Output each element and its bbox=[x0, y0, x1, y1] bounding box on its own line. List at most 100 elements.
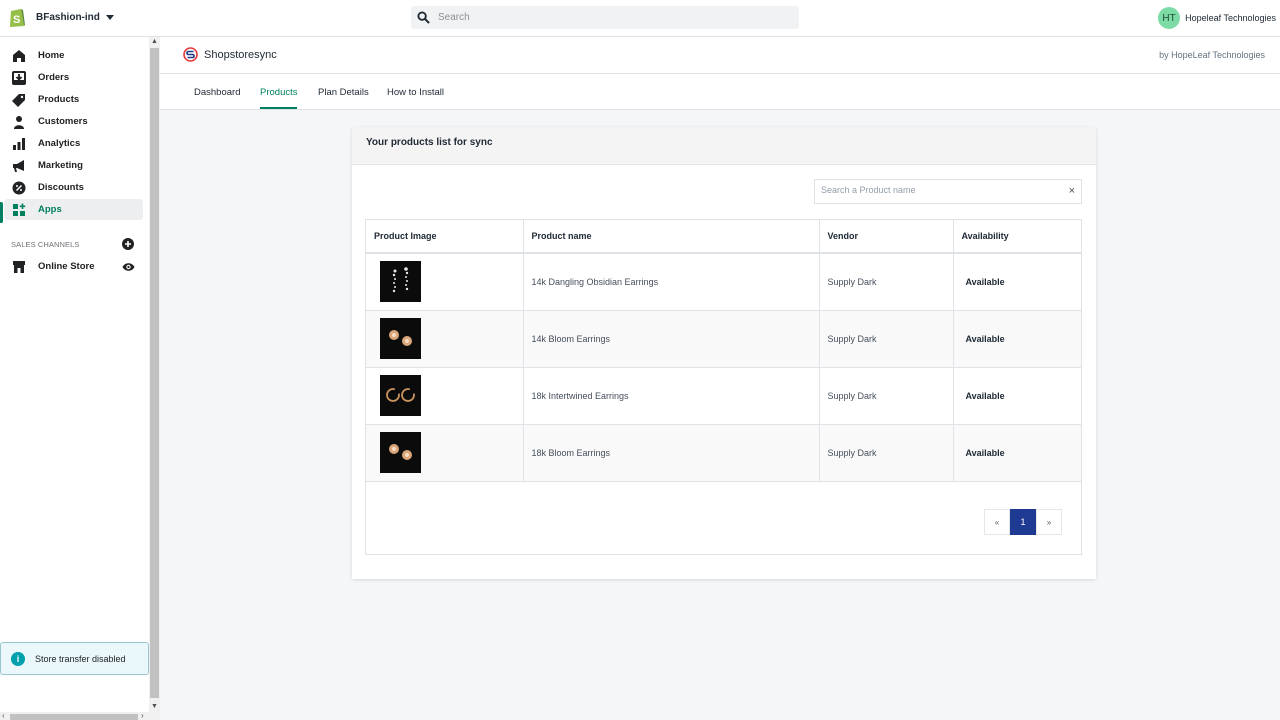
horizontal-scroll-thumb[interactable] bbox=[10, 714, 138, 720]
scroll-up-icon[interactable]: ▲ bbox=[150, 37, 159, 47]
search-icon bbox=[417, 11, 430, 24]
info-icon: i bbox=[11, 651, 25, 666]
product-image-cell bbox=[366, 253, 524, 311]
sidebar-item-label: Orders bbox=[38, 72, 70, 83]
store-switcher[interactable]: S BFashion-ind bbox=[8, 6, 114, 28]
pagination: « 1 » bbox=[984, 509, 1062, 535]
store-name: BFashion-ind bbox=[36, 11, 100, 23]
tab-how-to-install[interactable]: How to Install bbox=[387, 87, 444, 98]
product-image-cell bbox=[366, 424, 524, 482]
scroll-down-icon[interactable]: ▼ bbox=[150, 702, 159, 712]
table-row[interactable]: 18k Intertwined Earrings Supply Dark Ava… bbox=[366, 367, 1081, 425]
product-image-hoop-earrings bbox=[380, 375, 421, 416]
tab-products[interactable]: Products bbox=[260, 87, 298, 98]
app-header: Shopstoresync by HopeLeaf Technologies bbox=[160, 37, 1280, 74]
product-vendor: Supply Dark bbox=[819, 310, 954, 368]
product-search[interactable]: × bbox=[814, 179, 1082, 204]
eye-icon[interactable] bbox=[122, 261, 135, 273]
chevron-down-icon bbox=[105, 14, 114, 20]
tab-dashboard[interactable]: Dashboard bbox=[194, 87, 240, 98]
table-row[interactable]: 14k Bloom Earrings Supply Dark Available bbox=[366, 310, 1081, 368]
product-name: 14k Bloom Earrings bbox=[523, 310, 820, 368]
close-icon[interactable]: × bbox=[1069, 185, 1075, 197]
sidebar-item-label: Customers bbox=[38, 116, 88, 127]
account-menu[interactable]: HT Hopeleaf Technologies bbox=[1158, 7, 1276, 29]
card-title: Your products list for sync bbox=[366, 137, 493, 148]
availability-status: Available bbox=[953, 253, 1081, 311]
card-header: Your products list for sync bbox=[352, 127, 1096, 165]
top-bar: S BFashion-ind HT Hopeleaf Technologies bbox=[0, 0, 1280, 37]
megaphone-icon bbox=[12, 159, 26, 173]
home-icon bbox=[12, 49, 26, 63]
availability-status: Available bbox=[953, 310, 1081, 368]
sales-channels-title: SALES CHANNELS bbox=[11, 240, 80, 249]
account-name: Hopeleaf Technologies bbox=[1185, 13, 1276, 23]
active-tab-indicator bbox=[260, 107, 297, 109]
product-vendor: Supply Dark bbox=[819, 424, 954, 482]
column-header-availability: Availability bbox=[953, 220, 1081, 254]
sidebar-item-label: Products bbox=[38, 94, 80, 105]
global-search[interactable] bbox=[411, 6, 799, 29]
column-header-vendor: Vendor bbox=[819, 220, 954, 254]
apps-icon bbox=[12, 203, 26, 217]
sidebar-item-label: Home bbox=[38, 50, 65, 61]
app-tabs: Dashboard Products Plan Details How to I… bbox=[160, 74, 1280, 110]
column-header-image: Product Image bbox=[366, 220, 524, 254]
sidebar-item-label: Apps bbox=[38, 204, 62, 215]
table-row[interactable]: 18k Bloom Earrings Supply Dark Available bbox=[366, 424, 1081, 482]
sidebar-item-products[interactable]: Products bbox=[4, 89, 143, 110]
table-header-row: Product Image Product name Vendor Availa… bbox=[366, 220, 1081, 254]
sidebar-item-label: Analytics bbox=[38, 138, 81, 149]
products-table: Product Image Product name Vendor Availa… bbox=[366, 220, 1081, 482]
products-table-container: Product Image Product name Vendor Availa… bbox=[365, 219, 1082, 555]
svg-text:S: S bbox=[13, 14, 20, 26]
product-image-bloom-earrings bbox=[380, 432, 421, 473]
table-row[interactable]: 14k Dangling Obsidian Earrings Supply Da… bbox=[366, 253, 1081, 311]
sidebar-item-home[interactable]: Home bbox=[4, 45, 143, 66]
sidebar-item-apps[interactable]: Apps bbox=[4, 199, 143, 220]
product-search-input[interactable] bbox=[821, 185, 1056, 195]
tab-plan-details[interactable]: Plan Details bbox=[318, 87, 369, 98]
sidebar-item-discounts[interactable]: Discounts bbox=[4, 177, 143, 198]
bar-chart-icon bbox=[12, 137, 26, 151]
product-image-bloom-earrings bbox=[380, 318, 421, 359]
add-circle-icon[interactable] bbox=[122, 238, 134, 250]
sidebar-item-label: Discounts bbox=[38, 182, 84, 193]
product-image-cell bbox=[366, 367, 524, 425]
app-developer: by HopeLeaf Technologies bbox=[1159, 50, 1265, 60]
sidebar: Home Orders Products Customers Analytics… bbox=[0, 37, 150, 720]
store-icon bbox=[12, 260, 26, 274]
shopstoresync-logo-icon bbox=[183, 47, 198, 62]
active-indicator bbox=[0, 202, 3, 223]
column-header-name: Product name bbox=[523, 220, 820, 254]
sidebar-item-orders[interactable]: Orders bbox=[4, 67, 143, 88]
product-image-cell bbox=[366, 310, 524, 368]
sidebar-item-customers[interactable]: Customers bbox=[4, 111, 143, 132]
product-vendor: Supply Dark bbox=[819, 367, 954, 425]
store-transfer-banner: i Store transfer disabled bbox=[0, 642, 149, 675]
product-name: 18k Intertwined Earrings bbox=[523, 367, 820, 425]
sidebar-scroll-thumb[interactable] bbox=[150, 48, 159, 698]
availability-status: Available bbox=[953, 424, 1081, 482]
scroll-left-icon[interactable]: ‹ bbox=[2, 711, 5, 720]
pagination-page-button[interactable]: 1 bbox=[1010, 509, 1036, 535]
person-icon bbox=[12, 115, 26, 129]
global-search-input[interactable] bbox=[438, 12, 778, 23]
sidebar-item-label: Marketing bbox=[38, 160, 83, 171]
products-card: Your products list for sync × Product Im… bbox=[352, 127, 1096, 579]
product-image-dangling-earrings bbox=[380, 261, 421, 303]
availability-status: Available bbox=[953, 367, 1081, 425]
discount-icon bbox=[12, 181, 26, 195]
pagination-prev-button[interactable]: « bbox=[984, 509, 1010, 535]
scroll-right-icon[interactable]: › bbox=[141, 711, 144, 720]
tag-icon bbox=[12, 93, 26, 107]
pagination-next-button[interactable]: » bbox=[1036, 509, 1062, 535]
sidebar-item-analytics[interactable]: Analytics bbox=[4, 133, 143, 154]
orders-icon bbox=[12, 70, 26, 85]
app-name: Shopstoresync bbox=[204, 49, 277, 61]
avatar: HT bbox=[1158, 7, 1181, 29]
sidebar-item-marketing[interactable]: Marketing bbox=[4, 155, 143, 176]
product-name: 14k Dangling Obsidian Earrings bbox=[523, 253, 820, 311]
shopify-logo-icon: S bbox=[10, 9, 25, 27]
sidebar-item-label: Online Store bbox=[38, 261, 95, 272]
